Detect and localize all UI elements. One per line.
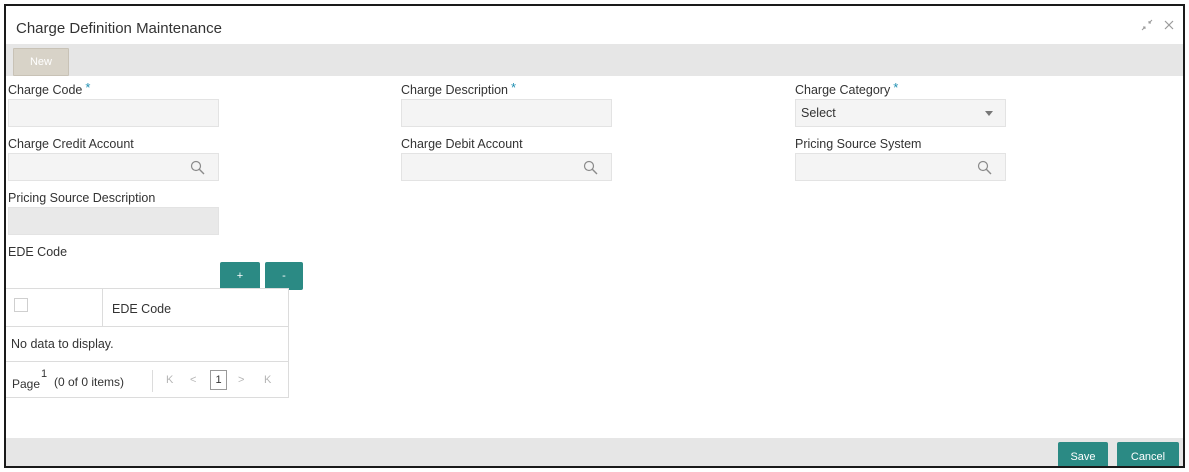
charge-code-label: Charge Code * [8, 80, 91, 98]
charge-description-label-text: Charge Description [401, 83, 508, 97]
page-number: 1 [41, 368, 48, 380]
title-bar: Charge Definition Maintenance [6, 6, 1183, 44]
charge-definition-window: Charge Definition Maintenance New Charge… [4, 4, 1185, 468]
add-row-button[interactable]: + [220, 262, 260, 290]
pagination: Page 1 (0 of 0 items) K < 1 > K [6, 361, 288, 397]
remove-row-button[interactable]: - [265, 262, 303, 290]
close-icon[interactable] [1163, 19, 1175, 34]
pricing-source-system-label: Pricing Source System [795, 137, 922, 151]
window-controls [1141, 19, 1175, 34]
charge-category-label: Charge Category * [795, 80, 899, 98]
toolbar: New [6, 44, 1183, 76]
first-page-icon[interactable]: K [166, 374, 173, 386]
prev-page-icon[interactable]: < [190, 374, 196, 386]
pricing-source-description-input [8, 207, 219, 235]
charge-debit-account-label: Charge Debit Account [401, 137, 523, 151]
pager-divider [152, 370, 153, 392]
current-page-input[interactable]: 1 [210, 370, 227, 390]
ede-code-column-header: EDE Code [112, 302, 172, 316]
expand-icon[interactable] [1141, 19, 1153, 34]
save-button[interactable]: Save [1058, 442, 1108, 466]
charge-category-label-text: Charge Category [795, 83, 891, 97]
charge-credit-account-label: Charge Credit Account [8, 137, 134, 151]
required-indicator: * [893, 80, 899, 95]
ede-code-label: EDE Code [8, 245, 68, 259]
next-page-icon[interactable]: > [238, 374, 244, 386]
pricing-source-description-label: Pricing Source Description [8, 191, 156, 205]
cancel-button[interactable]: Cancel [1117, 442, 1179, 466]
select-all-checkbox[interactable] [14, 298, 28, 312]
charge-debit-account-input[interactable] [401, 153, 612, 181]
charge-category-value: Select [801, 106, 836, 120]
footer-bar: Save Cancel [6, 438, 1183, 466]
pricing-source-system-input[interactable] [795, 153, 1006, 181]
required-indicator: * [85, 80, 91, 95]
search-icon[interactable] [977, 160, 993, 176]
search-icon[interactable] [583, 160, 599, 176]
charge-description-input[interactable] [401, 99, 612, 127]
empty-message: No data to display. [11, 337, 114, 351]
required-indicator: * [511, 80, 517, 95]
last-page-icon[interactable]: K [264, 374, 271, 386]
charge-description-label: Charge Description * [401, 80, 517, 98]
search-icon[interactable] [190, 160, 206, 176]
charge-code-input[interactable] [8, 99, 219, 127]
window-title: Charge Definition Maintenance [16, 20, 222, 37]
ede-code-table: EDE Code No data to display. Page 1 (0 o… [6, 288, 289, 398]
chevron-down-icon [985, 111, 993, 116]
charge-credit-account-input[interactable] [8, 153, 219, 181]
charge-code-label-text: Charge Code [8, 83, 83, 97]
charge-category-select[interactable]: Select [795, 99, 1006, 127]
column-divider [102, 289, 103, 327]
items-count: (0 of 0 items) [54, 375, 125, 389]
table-header: EDE Code [6, 289, 288, 327]
new-button[interactable]: New [13, 48, 69, 76]
page-label: Page [12, 377, 41, 391]
